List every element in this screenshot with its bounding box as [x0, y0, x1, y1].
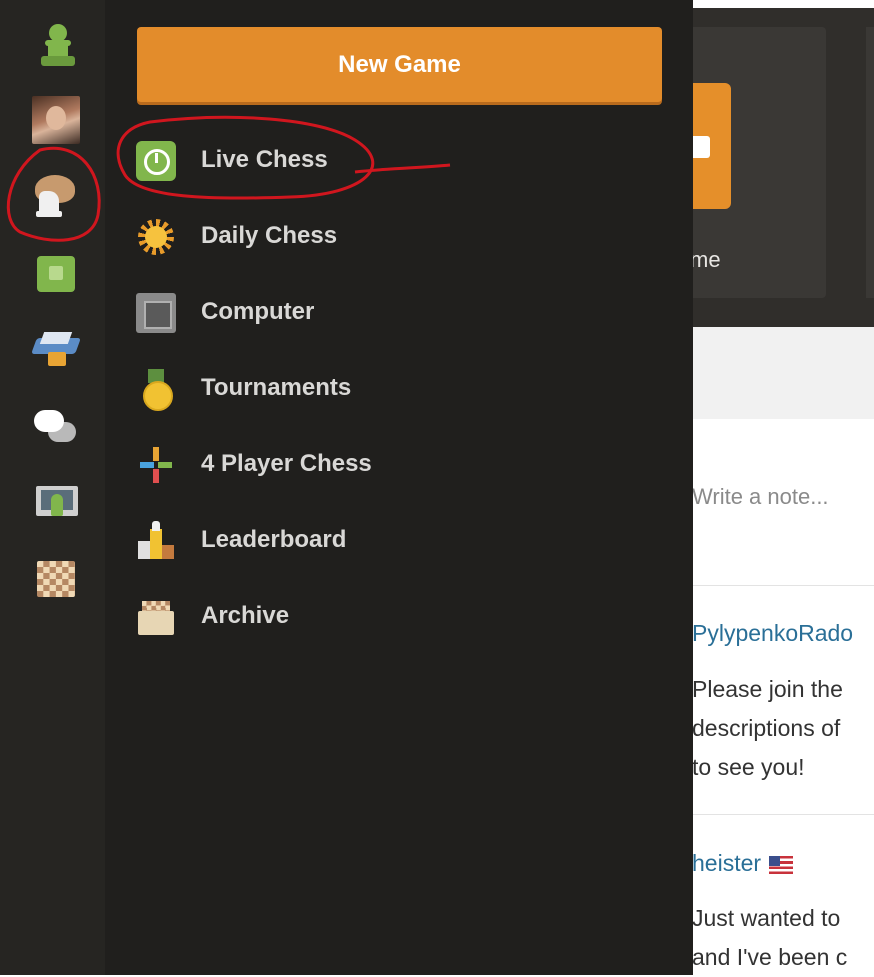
arrow-yellow [153, 447, 159, 461]
podium-first [150, 529, 162, 559]
play-hand-icon[interactable] [33, 175, 77, 219]
menu-item-label: Archive [201, 602, 290, 629]
learn-base [48, 352, 66, 366]
arrow-red [153, 469, 159, 483]
play-card-2[interactable] [866, 27, 874, 298]
menu-item-tournaments[interactable]: Tournaments [130, 361, 530, 417]
menu-item-computer[interactable]: Computer [130, 285, 530, 341]
sun-icon [136, 217, 176, 257]
chess-piece-base [36, 211, 62, 217]
sun-core [145, 226, 167, 248]
section-header-strip [690, 327, 874, 419]
archive-box-icon [136, 597, 176, 637]
learn-top [39, 332, 73, 344]
menu-item-live-chess[interactable]: Live Chess [130, 133, 530, 189]
archive-box [138, 611, 174, 635]
menu-item-label: Leaderboard [201, 526, 347, 553]
note-input[interactable]: Write a note... [692, 484, 829, 510]
play-card-label: me [690, 247, 721, 272]
pawn-icon[interactable] [37, 24, 81, 68]
arrow-green [158, 462, 172, 468]
divider [690, 814, 874, 815]
avatar-face [46, 106, 66, 130]
medal-disc [143, 381, 173, 411]
menu-item-label: Tournaments [201, 374, 352, 401]
post-username-text: heister [692, 850, 762, 876]
icon-sidebar [0, 0, 105, 975]
post-text-line: to see you! [692, 754, 805, 780]
live-chess-clock-icon [136, 141, 176, 181]
four-arrows-icon [136, 445, 176, 485]
avatar[interactable] [32, 96, 80, 144]
menu-item-label: Live Chess [201, 146, 328, 173]
post-username[interactable]: heister [692, 850, 794, 877]
menu-item-label: Daily Chess [201, 222, 338, 249]
podium-third [162, 545, 174, 559]
chat-bubble-front [34, 410, 64, 432]
menu-item-archive[interactable]: Archive [130, 589, 530, 645]
board-icon[interactable] [37, 561, 75, 597]
podium-second [138, 541, 150, 559]
menu-item-daily-chess[interactable]: Daily Chess [130, 209, 530, 265]
menu-item-label: 4 Player Chess [201, 450, 372, 477]
watch-pawn [51, 494, 63, 516]
menu-item-label: Computer [201, 298, 315, 325]
medal-icon [136, 369, 176, 411]
computer-chip-icon [136, 293, 176, 333]
menu-item-leaderboard[interactable]: Leaderboard [130, 513, 530, 569]
us-flag-icon [769, 855, 794, 874]
post-username[interactable]: PylypenkoRado [692, 620, 853, 647]
watch-icon[interactable] [36, 486, 78, 520]
menu-item-4-player-chess[interactable]: 4 Player Chess [130, 437, 530, 493]
leaderboard-icon [136, 521, 176, 561]
podium-piece [152, 521, 160, 531]
learn-icon[interactable] [31, 332, 81, 368]
post-text-line: descriptions of [692, 715, 841, 741]
pawn-base [41, 56, 75, 66]
chat-icon[interactable] [34, 410, 78, 446]
post-text-line: Please join the [692, 676, 843, 702]
puzzle-icon[interactable] [37, 256, 75, 292]
arrow-blue [140, 462, 154, 468]
new-game-button[interactable]: New Game [137, 27, 662, 102]
post-text-line: and I've been c [692, 944, 848, 970]
post-text-line: Just wanted to [692, 905, 841, 931]
divider [690, 585, 874, 586]
